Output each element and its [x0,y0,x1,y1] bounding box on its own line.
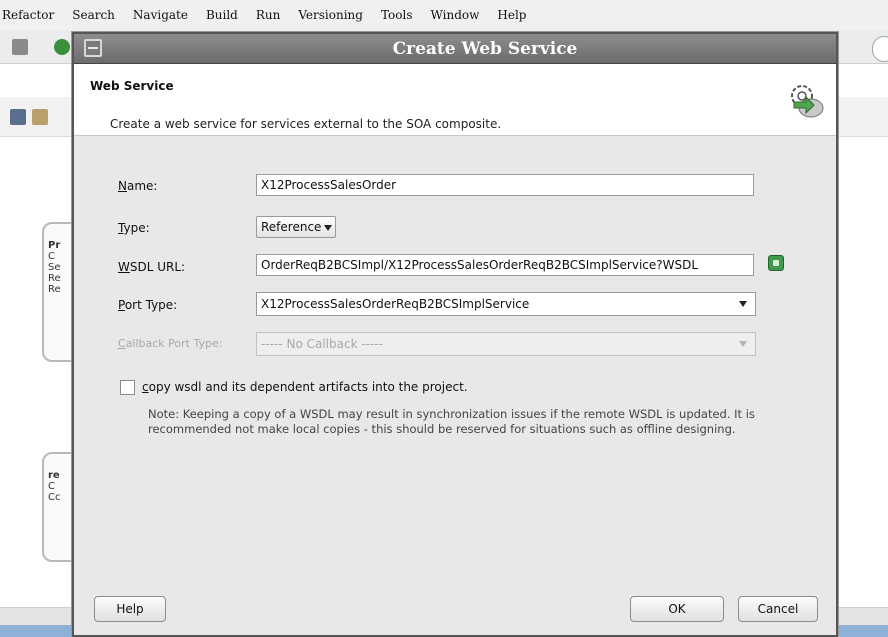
wsdl-url-input[interactable]: OrderReqB2BCSImpl/X12ProcessSalesOrderRe… [256,254,754,276]
web-service-gears-icon [791,85,824,118]
header-description: Create a web service for services extern… [110,117,502,131]
menu-refactor[interactable]: Refactor [2,8,54,22]
menu-build[interactable]: Build [206,8,238,22]
type-choice-value: Reference [261,220,322,234]
wsdl-url-label: WSDL URL: [118,260,186,274]
chevron-down-icon [739,301,747,307]
dialog-titlebar[interactable]: Create Web Service [74,34,836,64]
zoom-icon[interactable] [10,109,26,125]
callback-port-type-select: ----- No Callback ----- [256,332,756,356]
save-all-icon[interactable] [12,39,28,55]
menu-help[interactable]: Help [497,8,526,22]
chevron-down-icon [739,341,747,347]
menu-tools[interactable]: Tools [381,8,413,22]
dialog-footer: Help OK Cancel [74,587,836,635]
run-icon[interactable] [54,39,70,55]
menubar: Refactor Search Navigate Build Run Versi… [0,0,888,30]
dialog-title: Create Web Service [392,39,578,59]
cancel-button[interactable]: Cancel [738,596,818,622]
search-field-edge[interactable] [872,36,888,62]
menu-versioning[interactable]: Versioning [298,8,363,22]
help-button[interactable]: Help [94,596,166,622]
copy-wsdl-checkbox[interactable] [120,380,135,395]
menu-search[interactable]: Search [72,8,115,22]
browse-wsdl-icon[interactable] [768,255,784,271]
name-label: Name: [118,179,158,193]
menu-window[interactable]: Window [431,8,480,22]
dialog-header: Web Service Create a web service for ser… [74,64,836,136]
callback-port-type-label: Callback Port Type: [118,337,223,350]
port-type-label: Port Type: [118,298,178,312]
create-web-service-dialog: Create Web Service Web Service Create a … [72,32,838,637]
port-type-select[interactable]: X12ProcessSalesOrderReqB2BCSImplService [256,292,756,316]
header-title: Web Service [90,79,174,93]
menu-run[interactable]: Run [256,8,281,22]
ok-button[interactable]: OK [630,596,724,622]
layout-icon[interactable] [32,109,48,125]
menu-navigate[interactable]: Navigate [133,8,188,22]
wsdl-copy-note: Note: Keeping a copy of a WSDL may resul… [148,407,755,436]
type-choice-button[interactable]: Reference [256,216,336,238]
callback-port-type-value: ----- No Callback ----- [261,337,383,351]
copy-wsdl-label[interactable]: copy wsdl and its dependent artifacts in… [142,380,468,394]
dialog-body: Name: X12ProcessSalesOrder Type: Referen… [74,136,836,587]
name-input[interactable]: X12ProcessSalesOrder [256,174,754,196]
port-type-value: X12ProcessSalesOrderReqB2BCSImplService [261,297,530,311]
chevron-down-icon [324,225,332,231]
type-label: Type: [118,221,150,235]
